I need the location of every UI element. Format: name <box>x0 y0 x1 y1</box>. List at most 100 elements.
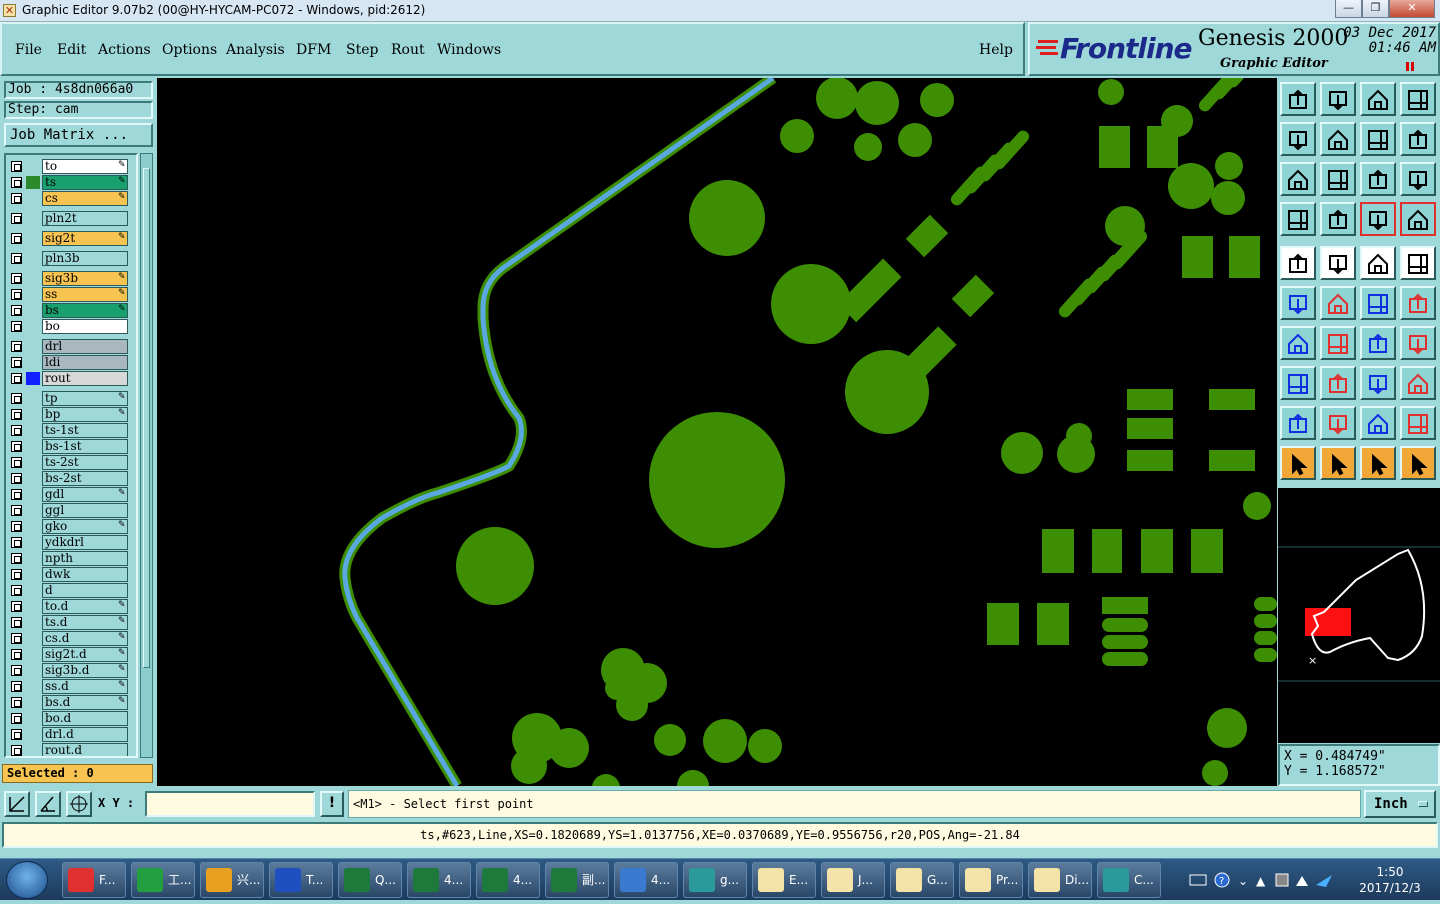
layer-name[interactable]: ts.d <box>42 615 128 630</box>
menu-step[interactable]: Step <box>346 42 378 58</box>
layer-display-checkbox[interactable] <box>11 569 22 580</box>
layer-row-to-d[interactable]: to.d ✎ <box>8 599 136 614</box>
layer-row-bs-1st[interactable]: bs-1st <box>8 439 136 454</box>
layer-row-bs-2st[interactable]: bs-2st <box>8 471 136 486</box>
layer-name[interactable]: bs-1st <box>42 439 128 454</box>
layer-name[interactable]: ts-2st <box>42 455 128 470</box>
menu-dfm[interactable]: DFM <box>296 42 331 58</box>
layer-row-ydkdrl[interactable]: ydkdrl <box>8 535 136 550</box>
layer-name[interactable]: sig3b <box>42 271 128 286</box>
layer-row-ggl[interactable]: ggl <box>8 503 136 518</box>
layer-name[interactable]: to.d <box>42 599 128 614</box>
menu-file[interactable]: File <box>15 42 42 58</box>
layer-display-checkbox[interactable] <box>11 273 22 284</box>
fit-icon[interactable] <box>1280 162 1316 196</box>
ruler-icon[interactable] <box>1360 246 1396 280</box>
layer-list-scrollbar[interactable] <box>140 153 153 758</box>
layer-name[interactable]: bp <box>42 407 128 422</box>
layer-row-bp[interactable]: bp ✎ <box>8 407 136 422</box>
layer-name[interactable]: pln2t <box>42 211 128 226</box>
taskbar-item[interactable]: 副... <box>545 862 609 898</box>
layer-display-checkbox[interactable] <box>11 729 22 740</box>
layer-name[interactable]: gdl <box>42 487 128 502</box>
layer-name[interactable]: rout <box>42 371 128 386</box>
layer-display-checkbox[interactable] <box>11 713 22 724</box>
layer-row-rout[interactable]: rout <box>8 371 136 386</box>
pan-left-icon[interactable] <box>1280 122 1316 156</box>
net-icon[interactable] <box>1360 202 1396 236</box>
split-icon[interactable] <box>1320 366 1356 400</box>
layer-display-checkbox[interactable] <box>11 357 22 368</box>
circle-icon[interactable] <box>1400 246 1436 280</box>
layer-display-checkbox[interactable] <box>11 633 22 644</box>
taskbar-item[interactable]: 4... <box>614 862 678 898</box>
layer-row-bs[interactable]: bs ✎ <box>8 303 136 318</box>
layer-display-checkbox[interactable] <box>11 697 22 708</box>
layer-row-ts[interactable]: ts ✎ <box>8 175 136 190</box>
layer-display-checkbox[interactable] <box>11 341 22 352</box>
layer-name[interactable]: drl <box>42 339 128 354</box>
nodes-icon[interactable] <box>1280 286 1316 320</box>
arc-icon[interactable] <box>1360 326 1396 360</box>
layer-row-gdl[interactable]: gdl ✎ <box>8 487 136 502</box>
select-net-icon[interactable] <box>1400 446 1436 480</box>
layer-display-checkbox[interactable] <box>11 521 22 532</box>
pad-round[interactable] <box>689 180 765 256</box>
layer-name[interactable]: drl.d <box>42 727 128 742</box>
measure-icon[interactable] <box>1280 202 1316 236</box>
pointer-icon[interactable] <box>1280 446 1316 480</box>
taskbar-item[interactable]: 4... <box>407 862 471 898</box>
taskbar-item[interactable]: G... <box>890 862 954 898</box>
redraw-icon[interactable] <box>1400 122 1436 156</box>
cut-icon[interactable] <box>1320 286 1356 320</box>
layer-name[interactable]: sig2t.d <box>42 647 128 662</box>
scale-icon[interactable] <box>1360 162 1396 196</box>
layer-row-npth[interactable]: npth <box>8 551 136 566</box>
arch-icon[interactable] <box>1360 406 1396 440</box>
layer-display-checkbox[interactable] <box>11 161 22 172</box>
net-alt-icon[interactable] <box>1400 202 1436 236</box>
taskbar-item[interactable]: Pr... <box>959 862 1023 898</box>
layer-row-ts-d[interactable]: ts.d ✎ <box>8 615 136 630</box>
taskbar-item[interactable]: E... <box>752 862 816 898</box>
layer-display-checkbox[interactable] <box>11 233 22 244</box>
polygon-icon[interactable] <box>1320 246 1356 280</box>
layer-name[interactable]: ts-1st <box>42 423 128 438</box>
layer-name[interactable]: dwk <box>42 567 128 582</box>
layer-display-checkbox[interactable] <box>11 441 22 452</box>
pcb-view[interactable] <box>157 78 1277 786</box>
minimize-button[interactable]: — <box>1335 0 1362 18</box>
close-button[interactable]: ✕ <box>1389 0 1435 18</box>
line-icon[interactable] <box>1320 326 1356 360</box>
menu-edit[interactable]: Edit <box>57 42 86 58</box>
layer-display-checkbox[interactable] <box>11 585 22 596</box>
layer-name[interactable]: tp <box>42 391 128 406</box>
view-window-indicator[interactable] <box>1305 608 1351 636</box>
home-down-icon[interactable] <box>1320 82 1356 116</box>
layer-display-checkbox[interactable] <box>11 745 22 756</box>
snap-icon[interactable] <box>4 791 30 817</box>
layer-display-checkbox[interactable] <box>11 193 22 204</box>
xy-input[interactable] <box>145 791 315 817</box>
menu-analysis[interactable]: Analysis <box>226 42 285 58</box>
taskbar-item[interactable]: 4... <box>476 862 540 898</box>
taskbar-item[interactable]: F... <box>62 862 126 898</box>
layer-display-checkbox[interactable] <box>11 553 22 564</box>
layer-name[interactable]: ldi <box>42 355 128 370</box>
zoom-fit-icon[interactable] <box>1320 162 1356 196</box>
graphic-canvas[interactable] <box>157 78 1277 786</box>
pad-icon[interactable] <box>1280 246 1316 280</box>
select-box-icon[interactable] <box>1320 446 1356 480</box>
pan-right-icon[interactable] <box>1320 122 1356 156</box>
layer-display-checkbox[interactable] <box>11 393 22 404</box>
triangle-icon[interactable] <box>1280 406 1316 440</box>
layer-row-pln3b[interactable]: pln3b <box>8 251 136 266</box>
layer-row-rout-d[interactable]: rout.d <box>8 743 136 756</box>
layer-display-checkbox[interactable] <box>11 213 22 224</box>
layer-display-checkbox[interactable] <box>11 505 22 516</box>
layer-row-ts-1st[interactable]: ts-1st <box>8 423 136 438</box>
layer-name[interactable]: to <box>42 159 128 174</box>
layer-display-checkbox[interactable] <box>11 649 22 660</box>
layer-row-ldi[interactable]: ldi <box>8 355 136 370</box>
taskbar-item[interactable]: 兴... <box>200 862 264 898</box>
